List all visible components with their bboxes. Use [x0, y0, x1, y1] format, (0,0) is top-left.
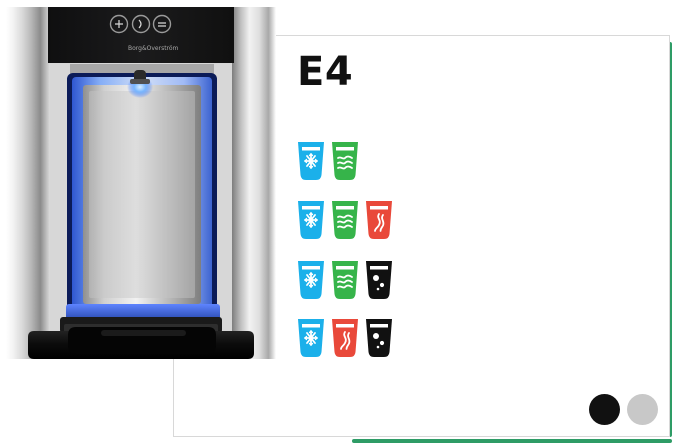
model-title: E4 [297, 49, 354, 95]
black-finish-swatch[interactable] [589, 394, 620, 425]
hot-water-icon [331, 318, 359, 358]
water-dispenser-image: Borg&Overström [6, 7, 276, 365]
silver-finish-swatch[interactable] [627, 394, 658, 425]
cold-water-icon [297, 141, 325, 181]
cold-water-icon [297, 200, 325, 240]
hot-water-icon [365, 200, 393, 240]
green-bottom-line [352, 439, 672, 443]
sparkling-water-icon [365, 260, 393, 300]
variant-row-3 [297, 260, 393, 300]
finish-color-selector [589, 394, 658, 425]
variant-row-4 [297, 318, 393, 358]
variant-row-2 [297, 200, 393, 240]
ambient-water-icon [331, 200, 359, 240]
brand-logo-text: Borg&Overström [128, 45, 179, 52]
cold-water-icon [297, 260, 325, 300]
ambient-water-icon [331, 260, 359, 300]
sparkling-water-icon [365, 318, 393, 358]
cold-water-icon [297, 318, 325, 358]
ambient-water-icon [331, 141, 359, 181]
product-page: Borg&Overström E4 [0, 0, 673, 444]
variant-row-1 [297, 141, 359, 181]
